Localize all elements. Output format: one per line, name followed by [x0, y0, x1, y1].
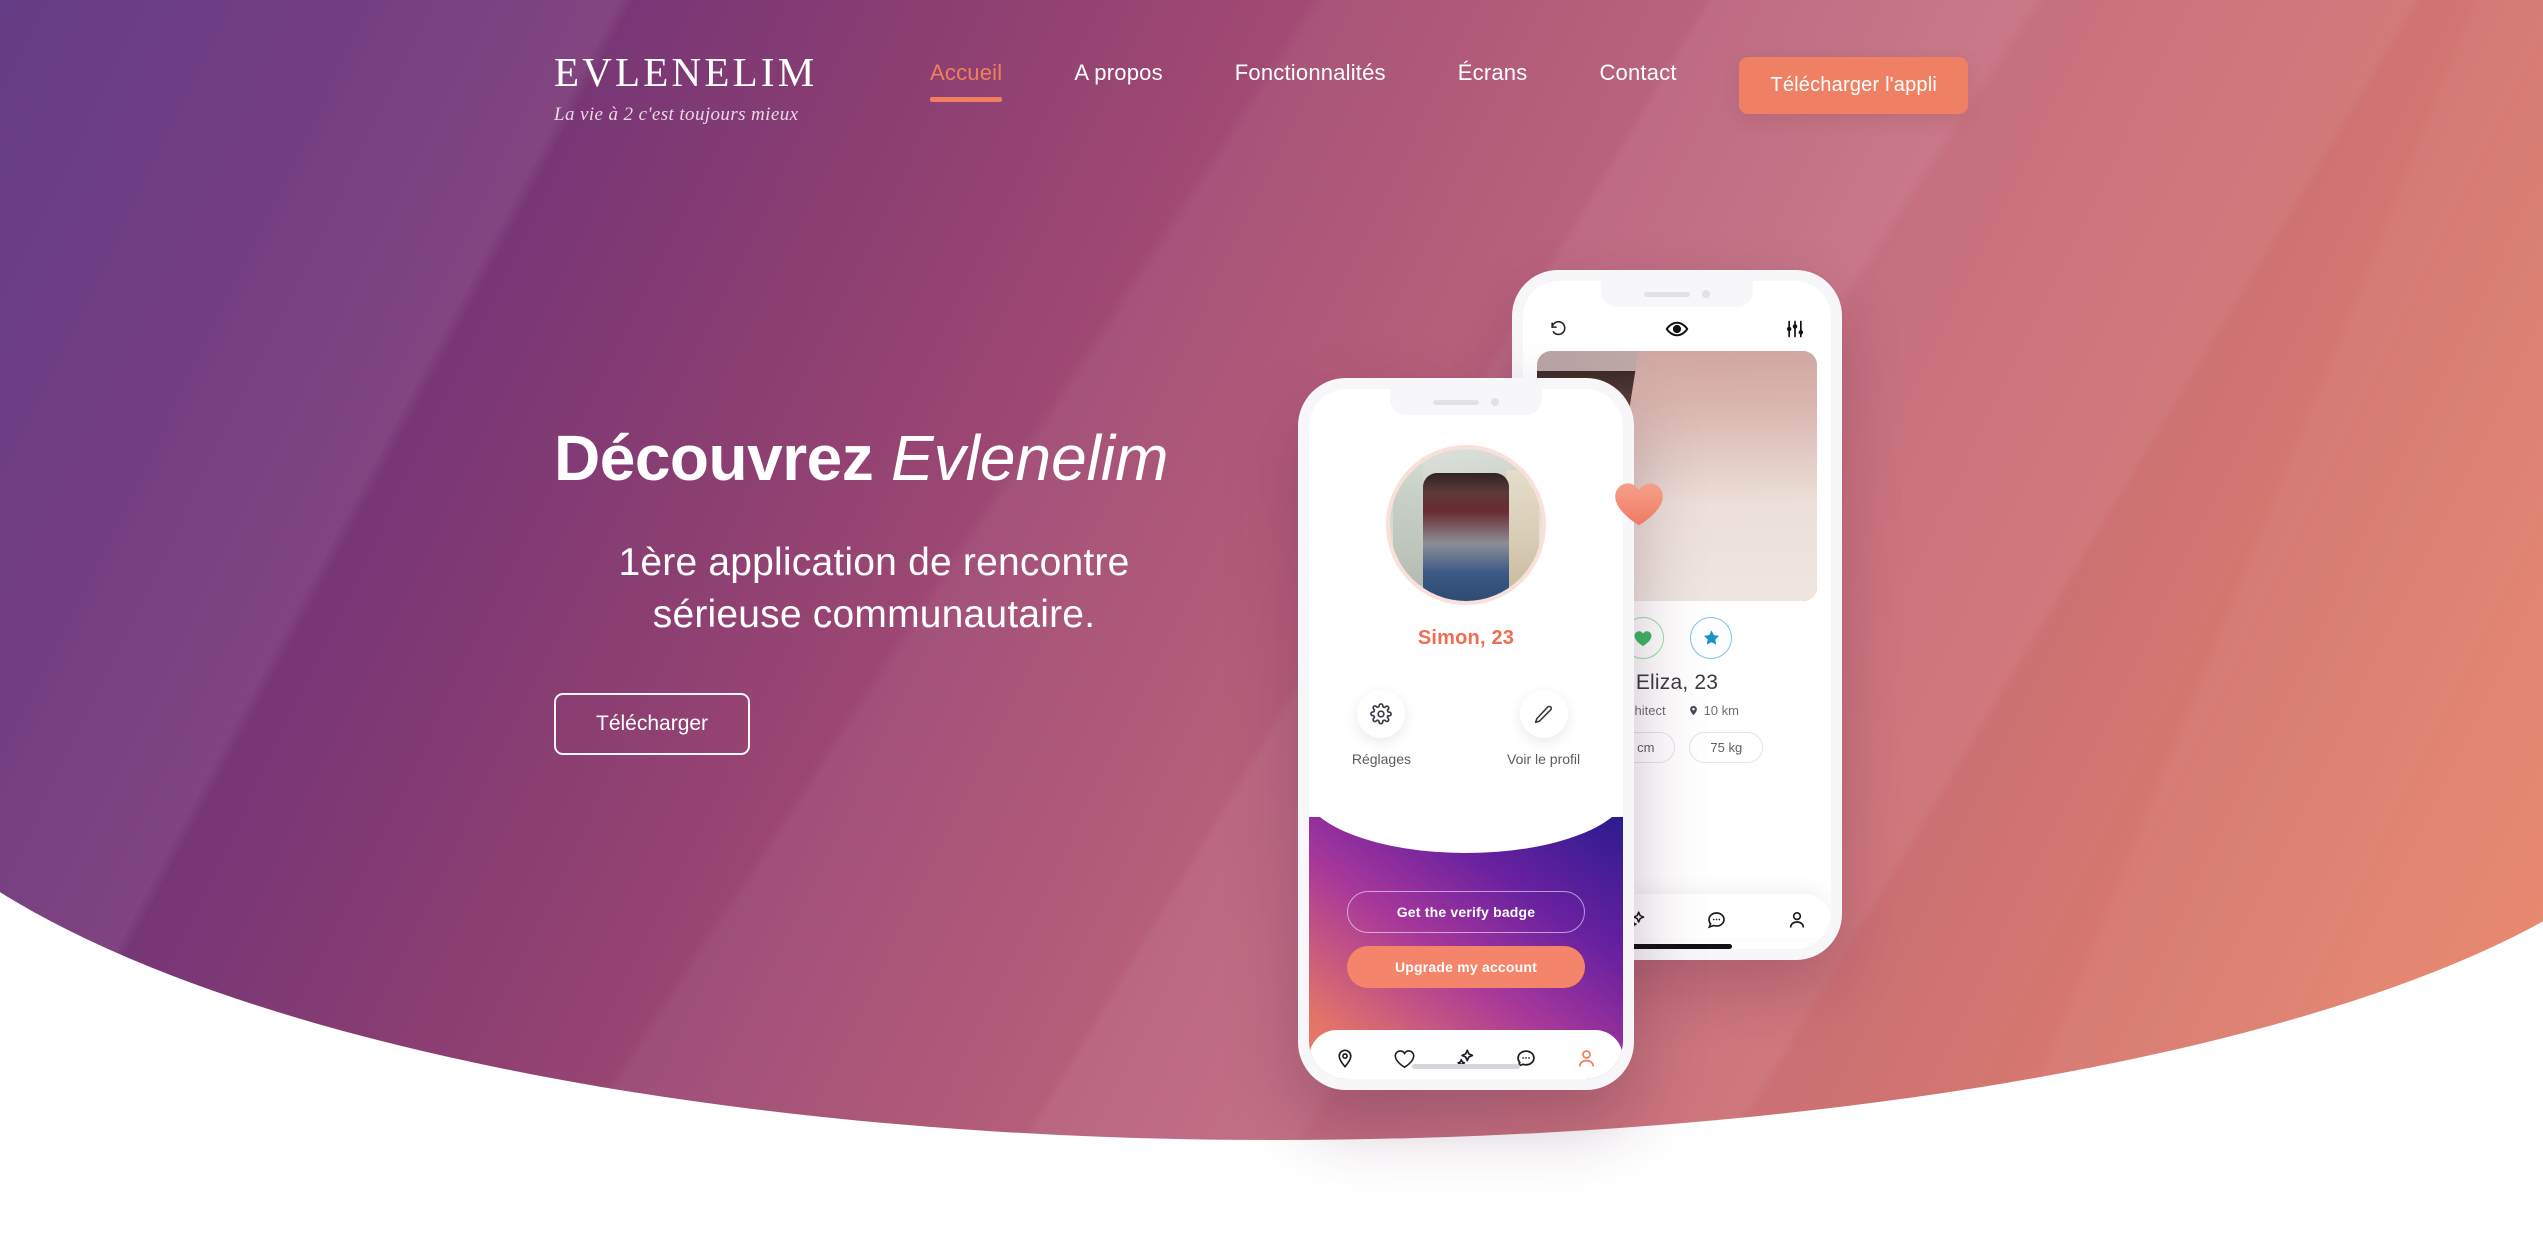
nav-item-fonctionnalites[interactable]: Fonctionnalités — [1199, 60, 1422, 86]
front-camera — [1702, 290, 1710, 298]
undo-icon[interactable] — [1549, 320, 1568, 339]
view-profile-label: Voir le profil — [1507, 751, 1581, 767]
eye-icon[interactable] — [1665, 317, 1689, 341]
site-header: EVLENELIM La vie à 2 c'est toujours mieu… — [0, 0, 2543, 175]
speaker-grille — [1433, 399, 1479, 405]
nav-item-accueil[interactable]: Accueil — [930, 60, 1038, 102]
panel-wave-divider — [1309, 783, 1623, 853]
home-indicator — [1412, 1064, 1520, 1069]
hero-section: Découvrez Evlenelim 1ère application de … — [554, 422, 1274, 755]
pencil-icon — [1519, 690, 1568, 738]
hero-download-button[interactable]: Télécharger — [554, 692, 751, 755]
heart-overlay-icon — [1614, 483, 1663, 526]
home-indicator — [1622, 944, 1732, 949]
pill-weight: 75 kg — [1689, 732, 1764, 763]
avatar-bg-right — [1505, 470, 1539, 586]
download-app-button[interactable]: Télécharger l'appli — [1739, 57, 1968, 114]
nav-item-contact[interactable]: Contact — [1563, 60, 1712, 86]
phone-notch — [1601, 281, 1753, 307]
brand-logo[interactable]: EVLENELIM La vie à 2 c'est toujours mieu… — [554, 52, 844, 126]
phone-mockups: Eliza, 23 Architect 10 km 170 cm — [1290, 270, 1990, 1100]
profile-name: Simon, 23 — [1417, 627, 1515, 649]
avatar-photo — [1423, 473, 1509, 601]
profile-actions: Réglages Voir le profil — [1309, 690, 1623, 767]
settings-action[interactable]: Réglages — [1352, 690, 1411, 767]
nav-item-a-propos[interactable]: A propos — [1038, 60, 1198, 86]
brand-tagline: La vie à 2 c'est toujours mieux — [554, 104, 799, 125]
profile-header: Simon, 23 Réglages Voir le profil — [1309, 389, 1623, 767]
main-nav: Accueil A propos Fonctionnalités Écrans … — [930, 60, 1713, 102]
front-camera — [1491, 398, 1499, 406]
person-icon[interactable] — [1576, 1048, 1597, 1069]
hero-title: Découvrez Evlenelim — [554, 422, 1274, 494]
card-profile-distance: 10 km — [1688, 703, 1739, 718]
avatar-bg-left — [1393, 464, 1424, 586]
location-pin-icon — [1689, 705, 1697, 716]
phone-mockup-front: Simon, 23 Réglages Voir le profil Get th… — [1298, 378, 1634, 1090]
gear-icon — [1357, 690, 1406, 738]
hero-title-italic: Evlenelim — [890, 422, 1169, 494]
sliders-icon[interactable] — [1785, 319, 1805, 339]
star-filled-icon[interactable] — [1690, 617, 1732, 659]
phone-front-screen: Simon, 23 Réglages Voir le profil Get th… — [1309, 389, 1623, 1079]
upgrade-account-button[interactable]: Upgrade my account — [1347, 946, 1585, 988]
phone-front-bottom-nav — [1309, 1030, 1623, 1079]
hero-subtitle: 1ère application de rencontre sérieuse c… — [618, 540, 1130, 636]
upgrade-panel: Get the verify badge Upgrade my account — [1309, 783, 1623, 1079]
phone-notch — [1390, 389, 1542, 415]
verify-badge-button[interactable]: Get the verify badge — [1347, 891, 1585, 933]
chat-bubble-icon[interactable] — [1706, 910, 1727, 930]
avatar — [1386, 445, 1546, 605]
person-icon[interactable] — [1787, 910, 1807, 930]
hero-title-bold: Découvrez — [554, 422, 874, 494]
nav-item-ecrans[interactable]: Écrans — [1422, 60, 1564, 86]
settings-label: Réglages — [1351, 751, 1411, 767]
speaker-grille — [1644, 291, 1690, 297]
page-root: EVLENELIM La vie à 2 c'est toujours mieu… — [0, 0, 2543, 1254]
location-pin-icon[interactable] — [1335, 1048, 1355, 1069]
brand-name: EVLENELIM — [554, 49, 818, 95]
view-profile-action[interactable]: Voir le profil — [1507, 690, 1580, 767]
